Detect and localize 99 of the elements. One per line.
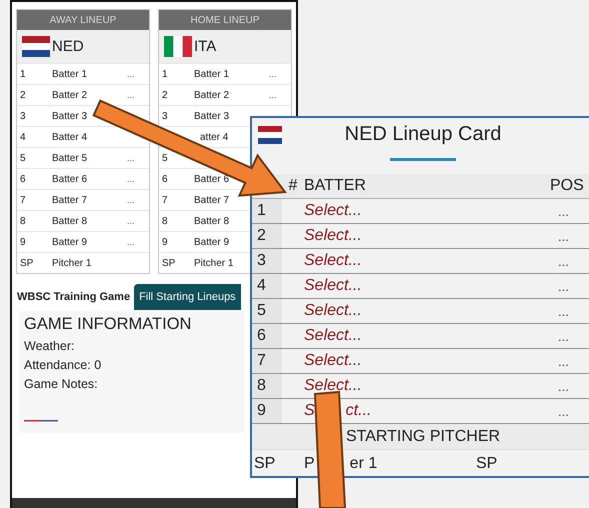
position-select[interactable]: ...	[127, 69, 135, 79]
column-header: POS	[550, 177, 585, 195]
fill-lineups-button[interactable]: Fill Starting Lineups	[134, 284, 241, 310]
position-select[interactable]: ...	[550, 254, 589, 268]
batting-order: 8	[20, 216, 26, 226]
team-name: NED	[52, 38, 84, 55]
batting-order: 6	[252, 324, 282, 348]
batting-order: 9	[252, 399, 282, 423]
notes-underline	[24, 420, 58, 422]
position-select[interactable]: ...	[127, 153, 135, 163]
player-name: Pitcher 1	[194, 258, 234, 268]
position-select[interactable]: ...	[550, 378, 589, 394]
batting-order: 1	[20, 68, 26, 80]
batting-order: 6	[20, 174, 26, 184]
position-select[interactable]: ...	[127, 174, 135, 184]
batting-order: SP	[162, 258, 176, 268]
pitcher-name: er 1	[350, 455, 378, 473]
batter-select[interactable]: Select...	[304, 277, 550, 295]
batting-order: 2	[252, 224, 282, 248]
batting-order: 5	[20, 152, 26, 164]
flag-icon	[258, 126, 282, 144]
batter-select[interactable]: Select...	[304, 202, 550, 220]
batting-order: 1	[162, 68, 168, 80]
batting-order: SP	[20, 258, 34, 268]
batting-order: 2	[162, 90, 168, 100]
player-name: Batter 6	[194, 174, 230, 184]
position-select[interactable]: ...	[127, 90, 135, 100]
batting-order: 3	[162, 110, 168, 122]
position-select[interactable]: ...	[127, 237, 135, 247]
batting-order: 5	[162, 152, 168, 164]
position-select[interactable]: ...	[550, 278, 589, 294]
player-name: Batter 2	[194, 90, 230, 100]
player-name: Batter 1	[194, 68, 230, 80]
batting-order: 5	[252, 299, 282, 323]
batting-order: 2	[20, 90, 26, 100]
player-name: Batter 2	[52, 90, 88, 100]
player-name: Pitcher 1	[52, 258, 92, 268]
batting-order: 7	[20, 194, 26, 206]
info-field: Attendance: 0	[24, 356, 239, 375]
flag-icon	[22, 36, 50, 57]
info-field: Game Notes:	[24, 375, 239, 394]
batting-order: 9	[162, 236, 168, 248]
team-name: ITA	[194, 38, 216, 55]
batting-order: 7	[162, 194, 168, 206]
batter-select[interactable]: Select...	[304, 252, 550, 270]
position-select[interactable]: ...	[269, 69, 277, 79]
player-name: Batter 8	[194, 216, 230, 226]
batter-select[interactable]: Select...	[304, 352, 550, 370]
player-name: Batter 3	[194, 110, 230, 122]
player-name: Batter 8	[52, 216, 88, 226]
player-name: Batter 5	[52, 152, 88, 164]
player-name: Batter 9	[194, 236, 230, 248]
game-title: WBSC Training Game	[17, 291, 130, 303]
batting-order: 8	[162, 216, 168, 226]
position-select[interactable]: ...	[550, 328, 589, 344]
info-field: Weather:	[24, 337, 239, 356]
batter-select-text[interactable]: ct...	[346, 402, 372, 420]
batting-order: 8	[252, 374, 282, 398]
batting-order: 3	[20, 110, 26, 122]
player-name: Batter 7	[194, 194, 230, 206]
card-title: NED Lineup Card	[344, 123, 502, 146]
batting-order: 4	[20, 132, 26, 142]
position-select[interactable]: ...	[550, 304, 589, 318]
position-select[interactable]: ...	[550, 228, 589, 244]
section-heading: GAME INFORMATION	[24, 315, 192, 334]
batting-order: 6	[162, 174, 168, 184]
player-name: Batter 6	[52, 174, 88, 184]
batter-select[interactable]: Select...	[304, 327, 550, 345]
flag-icon	[164, 36, 192, 57]
batter-select-text[interactable]: S	[304, 402, 315, 420]
lineup-heading: AWAY LINEUP	[17, 10, 149, 30]
batter-select[interactable]: Select...	[304, 377, 550, 395]
batting-order: 4	[252, 274, 282, 298]
position-select[interactable]: ...	[269, 90, 277, 100]
player-name: atter 4	[200, 132, 228, 142]
pitcher-position: SP	[476, 455, 498, 473]
batting-order: 3	[252, 249, 282, 273]
position-select[interactable]: ...	[550, 404, 589, 418]
position-select[interactable]: ...	[550, 204, 589, 218]
player-name: Batter 1	[52, 68, 88, 80]
position-select[interactable]: ...	[127, 216, 135, 226]
pitcher-name: P	[304, 455, 315, 473]
batting-order: 1	[252, 199, 282, 223]
lineup-heading: HOME LINEUP	[159, 10, 291, 30]
column-header: BATTER	[304, 177, 367, 195]
batting-order: 7	[252, 349, 282, 373]
pitcher-label: SP	[253, 455, 276, 473]
position-select[interactable]: ...	[127, 195, 135, 205]
player-name: Batter 3	[52, 110, 88, 122]
batter-select[interactable]: Select...	[304, 227, 550, 245]
batting-order: 9	[20, 236, 26, 248]
title-underline	[390, 158, 456, 161]
player-name: Batter 7	[52, 194, 88, 206]
position-select[interactable]: ...	[550, 354, 589, 368]
batter-select[interactable]: Select...	[304, 302, 550, 320]
column-header: #	[288, 177, 298, 195]
section-heading: STARTING PITCHER	[252, 424, 589, 449]
player-name: Batter 9	[52, 236, 88, 248]
player-name: Batter 4	[52, 132, 88, 142]
